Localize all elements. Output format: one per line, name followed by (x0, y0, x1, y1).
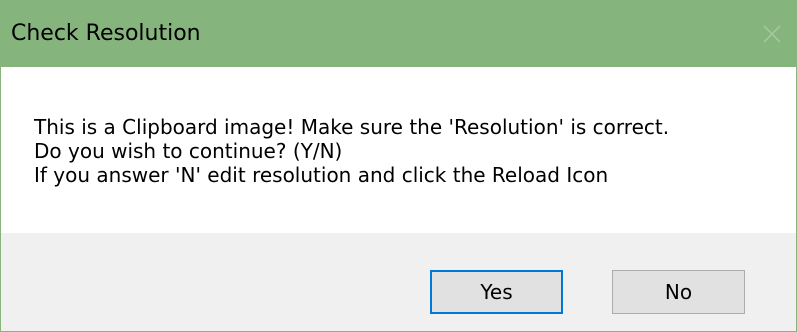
message-line: If you answer 'N' edit resolution and cl… (34, 163, 609, 187)
close-button[interactable] (748, 0, 796, 67)
message-line: This is a Clipboard image! Make sure the… (34, 115, 670, 139)
dialog-title: Check Resolution (11, 21, 201, 46)
yes-button[interactable]: Yes (430, 270, 563, 314)
close-icon (762, 24, 782, 44)
message-line: Do you wish to continue? (Y/N) (34, 139, 343, 163)
no-button[interactable]: No (612, 270, 745, 314)
message-text: This is a Clipboard image! Make sure the… (34, 115, 669, 187)
dialog-content: This is a Clipboard image! Make sure the… (1, 67, 796, 233)
check-resolution-dialog: Check Resolution This is a Clipboard ima… (0, 0, 797, 332)
title-bar[interactable]: Check Resolution (1, 0, 796, 67)
button-bar: Yes No (1, 233, 796, 331)
